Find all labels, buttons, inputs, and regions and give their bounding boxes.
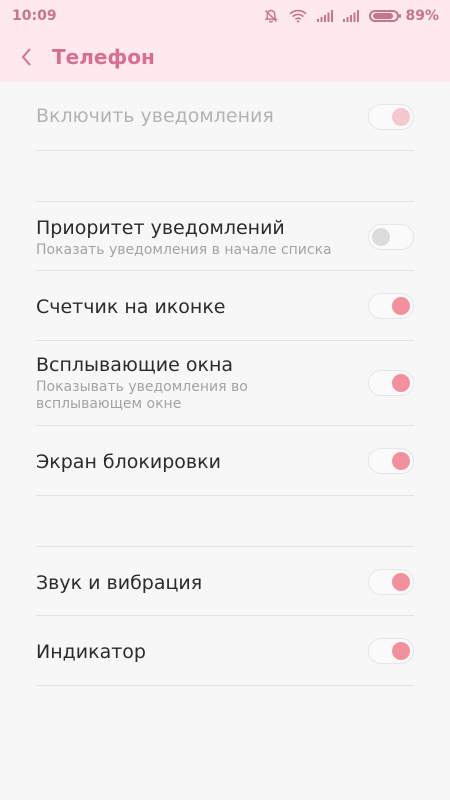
row-title: Счетчик на иконке [36, 296, 226, 318]
status-bar: 10:09 89% [0, 0, 450, 32]
header: Телефон [0, 32, 450, 82]
toggle-enable-notifications[interactable] [368, 104, 414, 130]
back-button[interactable] [20, 42, 40, 72]
toggle-knob [372, 228, 390, 246]
battery-fill [373, 13, 394, 19]
row-title: Включить уведомления [36, 105, 274, 127]
row-indicator[interactable]: Индикатор [36, 616, 414, 686]
row-badge[interactable]: Счетчик на иконке [36, 271, 414, 341]
toggle-knob [392, 573, 410, 591]
row-priority[interactable]: Приоритет уведомлений Показать уведомлен… [36, 201, 414, 271]
toggle-popup[interactable] [368, 370, 414, 396]
settings-list: Включить уведомления Приоритет уведомлен… [36, 82, 414, 686]
toggle-indicator[interactable] [368, 638, 414, 664]
battery-icon [369, 10, 402, 22]
signal-icon [343, 10, 360, 22]
toggle-knob [392, 452, 410, 470]
page-title: Телефон [52, 45, 155, 69]
wifi-icon [289, 9, 308, 23]
battery-status: 89% [369, 8, 439, 24]
row-subtitle: Показывать уведомления во всплывающем ок… [36, 379, 248, 412]
row-title: Индикатор [36, 641, 146, 663]
bell-off-icon [263, 8, 279, 24]
row-enable-notifications: Включить уведомления [36, 82, 414, 151]
toggle-priority[interactable] [368, 224, 414, 250]
chevron-left-icon [21, 48, 31, 66]
row-title: Приоритет уведомлений [36, 217, 285, 239]
battery-percent: 89% [405, 8, 439, 24]
toggle-lockscreen[interactable] [368, 448, 414, 474]
toggle-knob [392, 642, 410, 660]
row-title: Всплывающие окна [36, 354, 234, 376]
status-icons: 89% [263, 8, 439, 24]
toggle-sound[interactable] [368, 569, 414, 595]
signal-icon [317, 10, 334, 22]
row-popup[interactable]: Всплывающие окна Показывать уведомления … [36, 341, 414, 426]
row-title: Экран блокировки [36, 451, 221, 473]
row-title: Звук и вибрация [36, 572, 203, 594]
toggle-badge[interactable] [368, 293, 414, 319]
status-time: 10:09 [12, 8, 57, 24]
toggle-knob [392, 374, 410, 392]
toggle-knob [392, 297, 410, 315]
row-sound[interactable]: Звук и вибрация [36, 546, 414, 616]
toggle-knob [392, 108, 410, 126]
row-subtitle: Показать уведомления в начале списка [36, 242, 332, 258]
row-lockscreen[interactable]: Экран блокировки [36, 426, 414, 496]
